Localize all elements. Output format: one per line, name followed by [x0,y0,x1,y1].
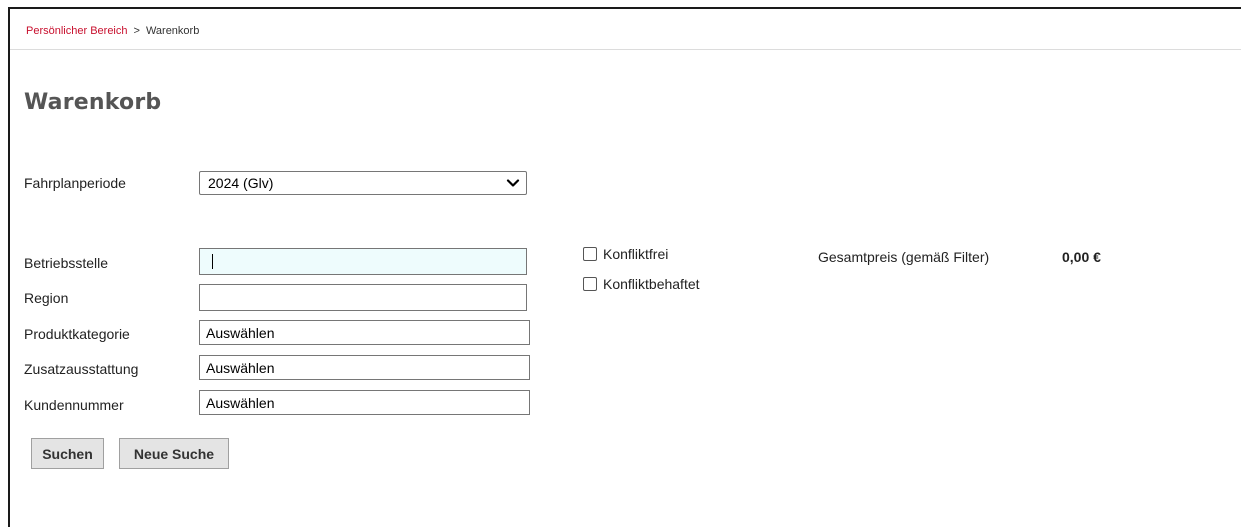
checkbox-konfliktfrei-label: Konfliktfrei [603,246,669,262]
betriebsstelle-label: Betriebsstelle [24,255,109,271]
breadcrumb-link-personal-area[interactable]: Persönlicher Bereich [26,25,128,37]
zusatzausstattung-value: Auswählen [206,359,275,376]
period-label: Fahrplanperiode [24,175,126,191]
kundennummer-picker[interactable]: Auswählen [199,390,530,415]
search-button[interactable]: Suchen [31,438,104,469]
kundennummer-value: Auswählen [206,394,275,411]
period-select[interactable]: 2024 (Glv) [199,171,527,195]
produktkategorie-picker[interactable]: Auswählen [199,320,530,345]
kundennummer-label: Kundennummer [24,397,124,413]
text-caret [212,254,213,269]
header-divider [10,49,1241,50]
breadcrumb-separator: > [133,25,140,37]
period-select-value: 2024 (Glv) [208,175,274,191]
checkbox-konfliktfrei[interactable]: Konfliktfrei [583,246,668,262]
page-title: Warenkorb [24,90,162,115]
betriebsstelle-input[interactable] [199,248,527,275]
produktkategorie-value: Auswählen [206,324,275,341]
zusatzausstattung-picker[interactable]: Auswählen [199,355,530,380]
region-input[interactable] [199,284,527,311]
total-price-value: 0,00 € [1062,249,1101,265]
checkbox-konfliktbehaftet[interactable]: Konfliktbehaftet [583,276,700,292]
region-label: Region [24,290,69,306]
checkbox-box[interactable] [583,247,597,261]
breadcrumb-current: Warenkorb [145,25,200,37]
chevron-down-icon [506,179,520,187]
new-search-button[interactable]: Neue Suche [119,438,229,469]
produktkategorie-label: Produktkategorie [24,326,130,342]
checkbox-box[interactable] [583,277,597,291]
total-price-label: Gesamtpreis (gemäß Filter) [818,249,990,265]
breadcrumb: Persönlicher Bereich > Warenkorb [26,25,199,37]
checkbox-konfliktbehaftet-label: Konfliktbehaftet [603,276,700,292]
zusatzausstattung-label: Zusatzausstattung [24,361,139,377]
